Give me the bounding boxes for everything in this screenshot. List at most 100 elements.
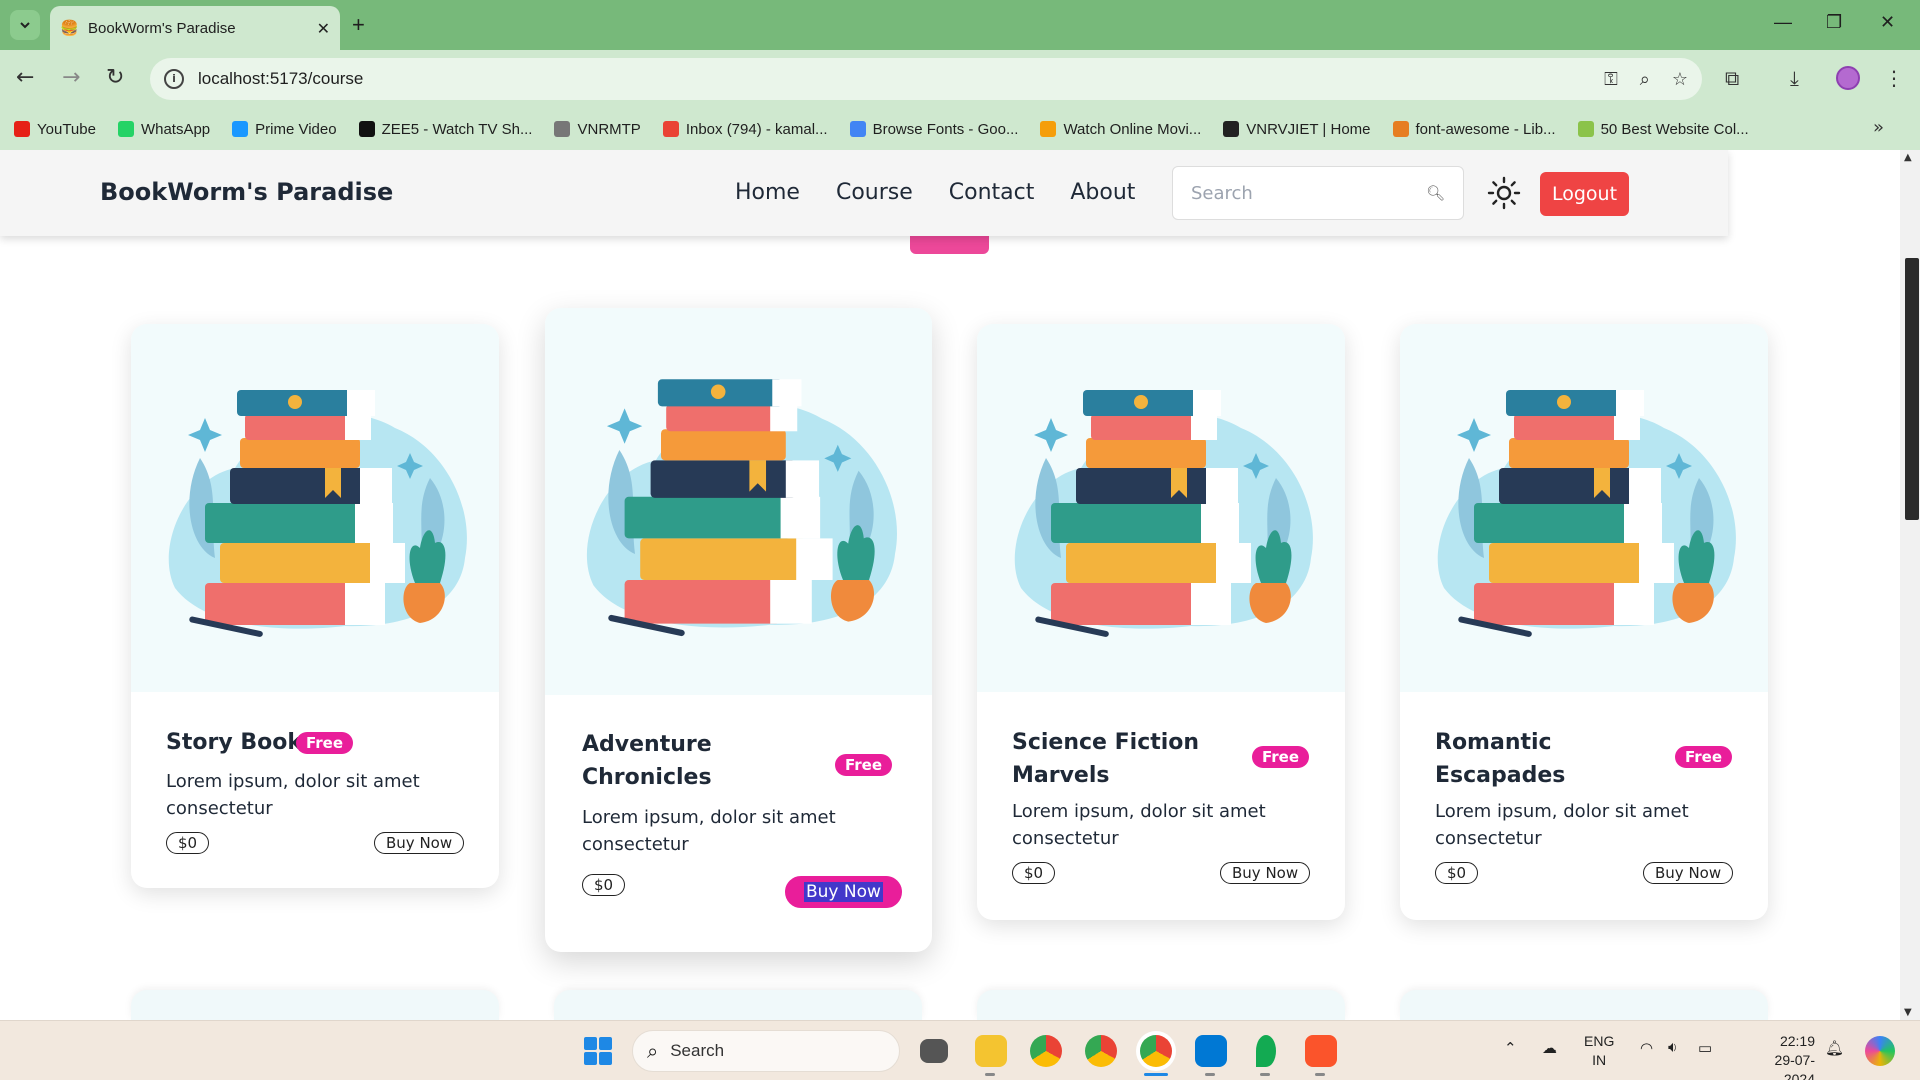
bookmark-item[interactable]: VNRMTP xyxy=(554,120,641,138)
bookmark-item[interactable]: YouTube xyxy=(14,121,96,138)
site-favicon-icon: 🍔 xyxy=(60,19,79,37)
bookmark-label: Inbox (794) - kamal... xyxy=(685,120,828,138)
page-scrollbar[interactable]: ▲ ▼ xyxy=(1900,150,1920,1020)
clock-date: 29-07-2024 xyxy=(1774,1052,1815,1080)
volume-icon[interactable]: 🔉︎ xyxy=(1668,1039,1677,1056)
brave-icon[interactable] xyxy=(1305,1035,1337,1067)
scroll-down-icon[interactable]: ▼ xyxy=(1904,1007,1912,1018)
bookmark-favicon-icon xyxy=(358,121,375,137)
hidden-pink-element xyxy=(910,236,989,254)
minimize-icon[interactable]: — xyxy=(1774,12,1792,33)
close-window-icon[interactable]: ✕ xyxy=(1880,12,1895,33)
download-icon[interactable]: ⤓ xyxy=(1790,66,1799,90)
bell-icon[interactable]: 🔔︎ xyxy=(1825,1039,1844,1057)
reload-icon[interactable]: ↻ xyxy=(106,65,124,90)
bookmark-item[interactable]: ZEE5 - Watch TV Sh... xyxy=(358,121,532,138)
bookmark-item[interactable]: Inbox (794) - kamal... xyxy=(662,120,828,138)
mongodb-icon[interactable] xyxy=(1256,1035,1276,1067)
buy-now-button[interactable]: Buy Now xyxy=(1220,862,1311,884)
bookmark-label: 50 Best Website Col... xyxy=(1600,120,1749,138)
star-icon[interactable]: ☆ xyxy=(1672,69,1688,90)
site-info-icon[interactable]: i xyxy=(164,69,184,89)
vscode-icon[interactable] xyxy=(1195,1035,1227,1067)
buy-now-button[interactable]: Buy Now xyxy=(374,832,465,854)
new-tab-button[interactable]: + xyxy=(352,12,365,38)
battery-icon[interactable]: ▭ xyxy=(1698,1039,1712,1057)
nav-link-home[interactable]: Home xyxy=(735,180,800,205)
logout-button[interactable]: Logout xyxy=(1540,172,1629,216)
site-navbar: BookWorm's Paradise Home Course Contact … xyxy=(0,150,1728,236)
buy-now-button[interactable]: Buy Now xyxy=(1643,862,1734,884)
bookmark-label: WhatsApp xyxy=(140,120,211,138)
forward-arrow-icon[interactable]: → xyxy=(62,65,80,90)
course-card-partial xyxy=(1400,990,1768,1020)
buy-now-button[interactable]: Buy Now xyxy=(785,876,902,908)
bookmark-label: YouTube xyxy=(37,120,96,138)
scrollbar-thumb[interactable] xyxy=(1905,258,1919,520)
sun-icon[interactable] xyxy=(1487,176,1521,210)
bookmark-label: VNRVJIET | Home xyxy=(1246,120,1371,138)
language-indicator[interactable]: ENG IN xyxy=(1584,1032,1614,1070)
back-arrow-icon[interactable]: ← xyxy=(16,65,34,90)
restore-icon[interactable]: ❐ xyxy=(1826,12,1842,33)
card-description: Lorem ipsum, dolor sit amet consectetur xyxy=(1012,801,1266,849)
bookmark-item[interactable]: VNRVJIET | Home xyxy=(1223,120,1371,138)
bookmark-favicon-icon xyxy=(1577,121,1594,137)
chevron-up-icon[interactable]: ⌃ xyxy=(1504,1039,1517,1057)
clock-time: 22:19 xyxy=(1779,1033,1815,1049)
price-tag: $0 xyxy=(582,874,626,896)
address-bar[interactable]: i localhost:5173/course ⚿ ⌕ ☆ xyxy=(150,58,1702,100)
bookmarks-bar: YouTube WhatsApp Prime Video ZEE5 - Watch T… xyxy=(0,108,1920,150)
nav-link-about[interactable]: About xyxy=(1070,180,1135,205)
tab-search-button[interactable] xyxy=(10,10,40,40)
taskbar-search[interactable]: ⌕ Search xyxy=(632,1030,900,1072)
nav-link-course[interactable]: Course xyxy=(836,180,913,205)
search-icon: ⌕ xyxy=(647,1039,659,1063)
cloud-icon[interactable]: ☁ xyxy=(1542,1039,1557,1057)
bookmark-item[interactable]: WhatsApp xyxy=(117,120,211,138)
chevron-down-icon xyxy=(20,22,30,29)
nav-link-contact[interactable]: Contact xyxy=(949,180,1035,205)
chrome-icon[interactable] xyxy=(1030,1035,1062,1067)
key-icon[interactable]: ⚿ xyxy=(1604,69,1618,90)
bookmark-favicon-icon xyxy=(662,121,679,137)
bookmark-label: VNRMTP xyxy=(577,120,641,138)
bookmark-item[interactable]: font-awesome - Lib... xyxy=(1392,121,1556,138)
bookmark-item[interactable]: Browse Fonts - Goo... xyxy=(849,120,1019,138)
chrome-profile-icon[interactable] xyxy=(1085,1035,1117,1067)
wifi-icon[interactable]: ◠ xyxy=(1640,1039,1653,1057)
site-brand[interactable]: BookWorm's Paradise xyxy=(100,178,393,206)
site-search[interactable]: 🔍︎ xyxy=(1172,166,1464,220)
task-view-icon[interactable] xyxy=(920,1039,948,1063)
browser-tabstrip: 🍔 BookWorm's Paradise ✕ + — ❐ ✕ xyxy=(0,0,1920,50)
os-taskbar: ⌕ Search ⌃ ☁ ENG IN ◠ 🔉︎ ▭ 22:19 29-07-2… xyxy=(0,1020,1920,1080)
search-icon[interactable]: 🔍︎ xyxy=(1426,184,1445,202)
profile-avatar[interactable] xyxy=(1836,66,1860,90)
windows-start-icon[interactable] xyxy=(584,1037,612,1065)
card-title: Science Fiction Marvels xyxy=(1012,730,1200,788)
chrome-active-icon[interactable] xyxy=(1140,1035,1172,1067)
system-clock[interactable]: 22:19 29-07-2024 xyxy=(1755,1032,1815,1080)
zoom-icon[interactable]: ⌕ xyxy=(1640,69,1650,90)
bookmark-item[interactable]: Watch Online Movi... xyxy=(1040,121,1201,138)
menu-kebab-icon[interactable]: ⋮ xyxy=(1884,66,1904,90)
bookmark-label: Watch Online Movi... xyxy=(1063,120,1202,138)
close-tab-icon[interactable]: ✕ xyxy=(317,19,330,38)
scroll-up-icon[interactable]: ▲ xyxy=(1904,152,1912,163)
browser-tab[interactable]: 🍔 BookWorm's Paradise ✕ xyxy=(50,6,340,50)
course-card-partial xyxy=(977,990,1345,1020)
card-description: Lorem ipsum, dolor sit amet consectetur xyxy=(582,807,836,855)
bookmark-label: Browse Fonts - Goo... xyxy=(872,120,1019,138)
more-bookmarks-icon[interactable]: » xyxy=(1873,117,1884,138)
card-title: Adventure Chronicles xyxy=(582,732,712,790)
browser-toolbar: ← → ↻ i localhost:5173/course ⚿ ⌕ ☆ ⧉ ⤓ … xyxy=(0,50,1920,108)
price-tag: $0 xyxy=(1012,862,1056,884)
book-stack-image xyxy=(131,324,499,692)
bookmark-item[interactable]: Prime Video xyxy=(232,121,337,138)
extensions-icon[interactable]: ⧉ xyxy=(1725,66,1739,90)
search-input[interactable] xyxy=(1191,182,1426,204)
bookmark-item[interactable]: 50 Best Website Col... xyxy=(1577,120,1749,138)
url-text[interactable]: localhost:5173/course xyxy=(198,69,1582,89)
copilot-icon[interactable] xyxy=(1865,1036,1895,1066)
file-explorer-icon[interactable] xyxy=(975,1035,1007,1067)
